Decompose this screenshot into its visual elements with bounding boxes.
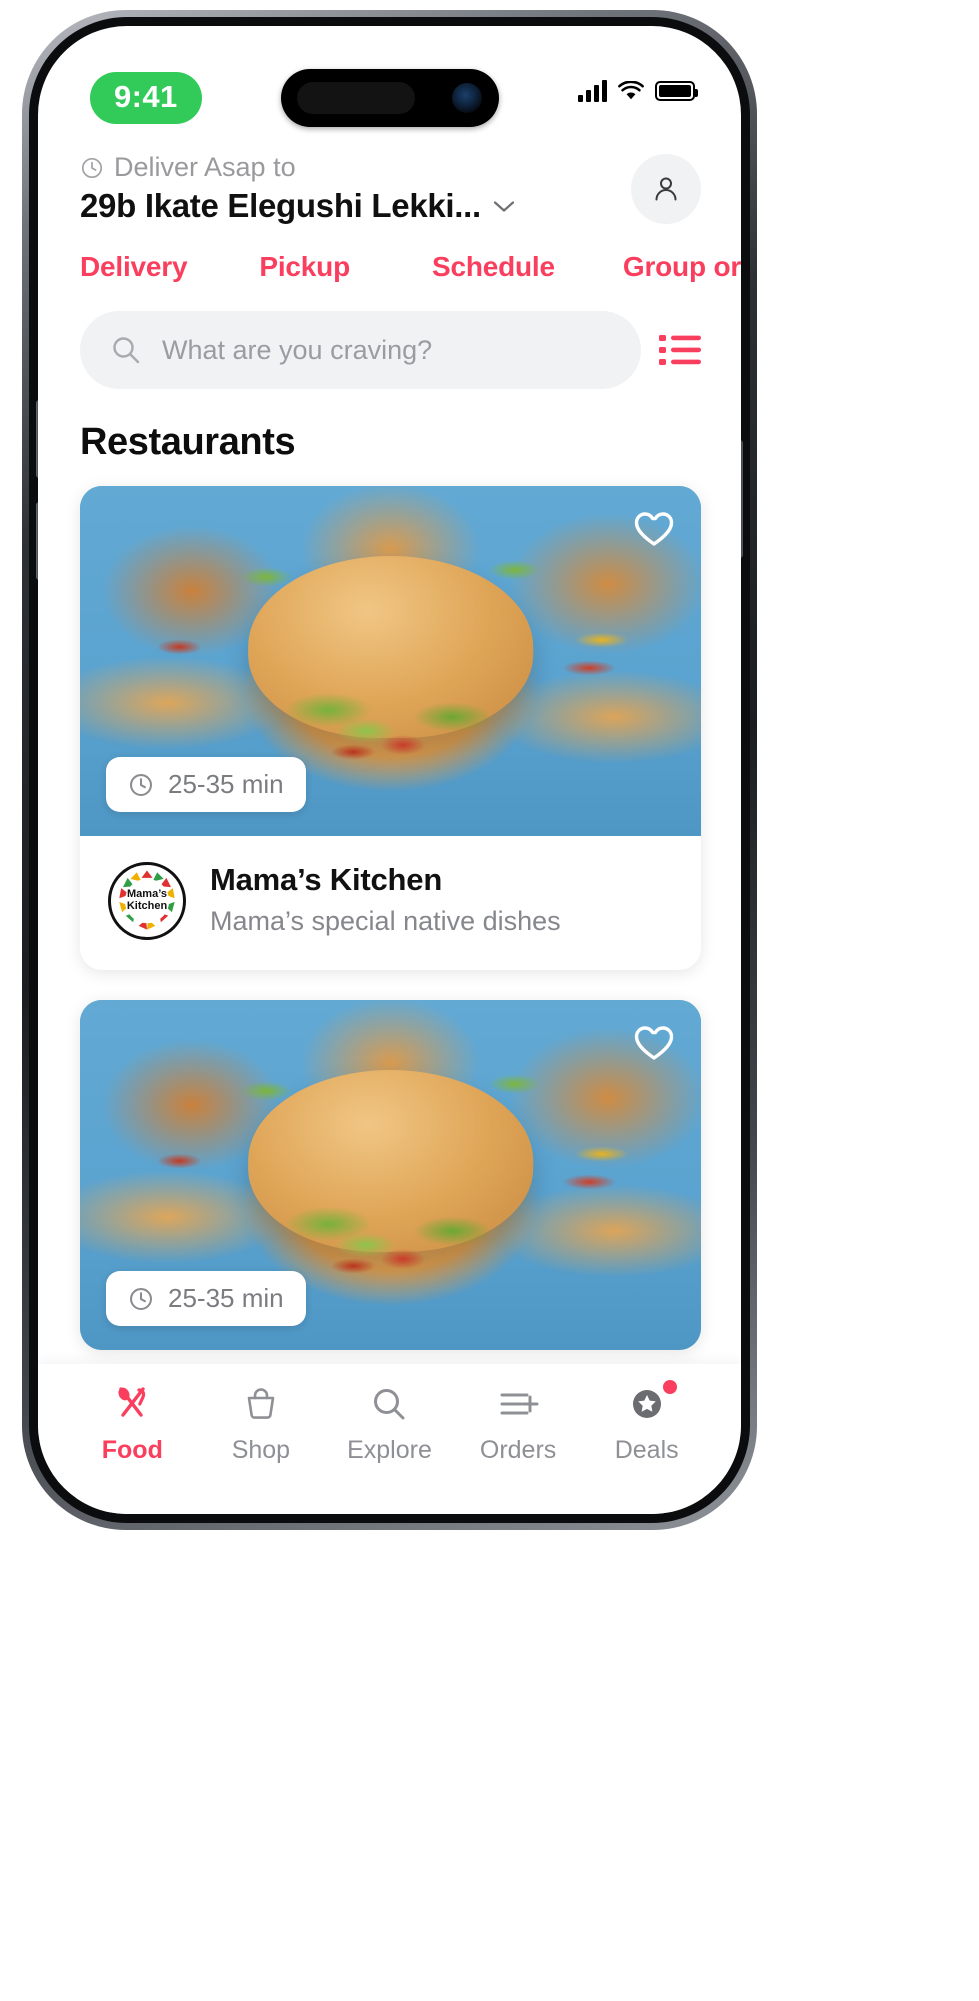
tab-group-order[interactable]: Group order (623, 251, 741, 283)
earpiece-speaker (296, 82, 415, 114)
nav-label-explore: Explore (347, 1436, 432, 1464)
list-view-icon[interactable] (659, 333, 701, 367)
clock-icon (130, 773, 152, 796)
nav-label-orders: Orders (479, 1436, 557, 1464)
orders-list-plus-icon (497, 1382, 539, 1426)
shopping-basket-icon (241, 1382, 281, 1426)
user-account-icon (655, 177, 677, 201)
phone-frame: 9:41 Deliver Asap to 29b Ikate Elegushi … (22, 10, 757, 1530)
delivery-time-text: 25-35 min (168, 769, 284, 799)
bottom-navigation: Food Shop Explore Orders Deals (38, 1364, 741, 1514)
chevron-down-icon (493, 200, 515, 212)
heart-icon[interactable] (633, 1022, 675, 1064)
nav-label-food: Food (101, 1436, 163, 1464)
battery-icon (655, 81, 698, 101)
nav-item-orders[interactable]: Orders (454, 1382, 583, 1465)
delivery-time-badge: 25-35 min (106, 1271, 306, 1326)
search-icon (113, 337, 140, 364)
search-placeholder: What are you craving? (162, 334, 433, 365)
status-bar: 9:41 (38, 26, 741, 138)
restaurant-name: Mama’s Kitchen (210, 862, 443, 897)
header: Deliver Asap to 29b Ikate Elegushi Lekki… (38, 138, 741, 225)
search-icon (369, 1382, 409, 1426)
restaurant-card[interactable]: 25-35 min (80, 486, 701, 970)
delivery-time-badge: 25-35 min (106, 757, 306, 812)
tab-pickup[interactable]: Pickup (259, 251, 350, 283)
restaurant-info: Mama’s Kitchen Mama’s Kitchen Mama’s spe… (80, 836, 701, 970)
nav-item-explore[interactable]: Explore (325, 1382, 454, 1465)
star-badge-icon (627, 1382, 667, 1426)
nav-item-deals[interactable]: Deals (582, 1380, 711, 1465)
delivery-time-text: 25-35 min (168, 1283, 284, 1313)
logo-text: Mama’s Kitchen (127, 889, 167, 912)
restaurant-description: Mama’s special native dishes (210, 906, 561, 936)
restaurant-photo: 25-35 min (80, 486, 701, 836)
cellular-signal-icon (578, 80, 607, 102)
deliver-label: Deliver Asap to (114, 152, 296, 182)
search-input[interactable]: What are you craving? (80, 311, 641, 389)
section-title: Restaurants (80, 421, 296, 463)
deliver-mode-row: Deliver Asap to (80, 152, 699, 183)
nav-label-shop: Shop (231, 1436, 291, 1464)
order-mode-tabs: Delivery Pickup Schedule Group order (38, 225, 741, 283)
address-text: 29b Ikate Elegushi Lekki... (80, 187, 481, 224)
app-content: Deliver Asap to 29b Ikate Elegushi Lekki… (38, 26, 741, 1514)
front-camera-icon (451, 83, 482, 113)
tab-schedule[interactable]: Schedule (432, 251, 555, 283)
account-button[interactable] (631, 154, 701, 224)
nav-item-shop[interactable]: Shop (197, 1382, 326, 1465)
status-indicators (578, 80, 698, 102)
food-utensils-icon (111, 1382, 153, 1426)
nav-label-deals: Deals (614, 1436, 679, 1464)
phone-screen: 9:41 Deliver Asap to 29b Ikate Elegushi … (38, 26, 741, 1514)
wifi-icon (618, 81, 644, 100)
status-time: 9:41 (90, 72, 202, 124)
address-selector[interactable]: 29b Ikate Elegushi Lekki... (80, 187, 699, 225)
restaurant-logo: Mama’s Kitchen (108, 862, 186, 940)
nav-item-food[interactable]: Food (68, 1382, 197, 1465)
heart-icon[interactable] (633, 508, 675, 550)
phone-bezel: 9:41 Deliver Asap to 29b Ikate Elegushi … (29, 17, 750, 1523)
restaurant-list: 25-35 min Mama’s Kitchen Mama’s Kitchen … (38, 464, 741, 1350)
restaurant-card[interactable]: 25-35 min (80, 1000, 701, 1350)
clock-icon (81, 157, 103, 178)
dynamic-island (280, 69, 499, 127)
search-row: What are you craving? (38, 283, 741, 389)
logo-line-2: Kitchen (126, 900, 168, 912)
deals-badge-dot (662, 1380, 677, 1394)
clock-icon (130, 1287, 152, 1310)
restaurant-photo: 25-35 min (80, 1000, 701, 1350)
tab-delivery[interactable]: Delivery (80, 251, 188, 283)
